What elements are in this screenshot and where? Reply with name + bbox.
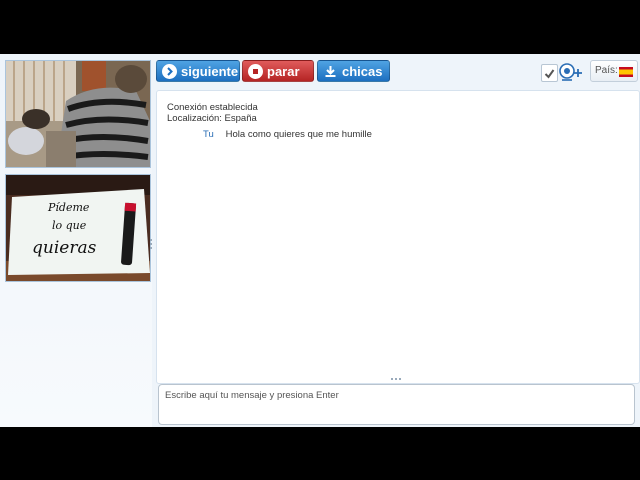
- next-button[interactable]: siguiente: [156, 60, 240, 82]
- checkmark-icon[interactable]: [541, 64, 558, 82]
- stop-button[interactable]: parar: [242, 60, 314, 82]
- chat-log: Conexión establecida Localización: Españ…: [156, 90, 640, 384]
- girls-filter-label: chicas: [342, 64, 383, 79]
- toolbar: siguiente parar chicas País:: [154, 60, 640, 84]
- remote-video-frame: [6, 61, 150, 167]
- stop-icon: [248, 64, 263, 79]
- spain-flag-icon: [619, 67, 633, 77]
- handwritten-line-3: quieras: [32, 238, 97, 258]
- system-message: Localización: España: [167, 113, 257, 124]
- download-icon: [323, 64, 338, 79]
- local-video: Pídeme lo que quieras: [5, 174, 151, 282]
- remote-video: [5, 60, 151, 168]
- country-label: País:: [595, 65, 618, 76]
- webcam-add-icon[interactable]: [559, 63, 583, 81]
- chat-app-window: Pídeme lo que quieras siguiente parar ch…: [0, 54, 640, 427]
- stop-button-label: parar: [267, 64, 300, 79]
- message-input-placeholder: Escribe aquí tu mensaje y presiona Enter: [165, 390, 339, 401]
- handwritten-line-1: Pídeme: [47, 201, 90, 214]
- country-selector[interactable]: País:: [590, 60, 638, 82]
- message-text: Hola como quieres que me humille: [225, 129, 372, 140]
- message-input[interactable]: Escribe aquí tu mensaje y presiona Enter: [158, 384, 635, 425]
- next-button-label: siguiente: [181, 64, 239, 79]
- next-icon: [162, 64, 177, 79]
- video-column: Pídeme lo que quieras: [0, 54, 152, 427]
- handwritten-line-2: lo que: [52, 219, 87, 232]
- panel-splitter[interactable]: [150, 239, 154, 249]
- chat-message: Tu Hola como quieres que me humille: [203, 129, 372, 140]
- local-video-frame: Pídeme lo que quieras: [6, 175, 150, 281]
- system-message: Conexión establecida: [167, 102, 258, 113]
- message-sender: Tu: [203, 129, 214, 140]
- girls-filter-button[interactable]: chicas: [317, 60, 390, 82]
